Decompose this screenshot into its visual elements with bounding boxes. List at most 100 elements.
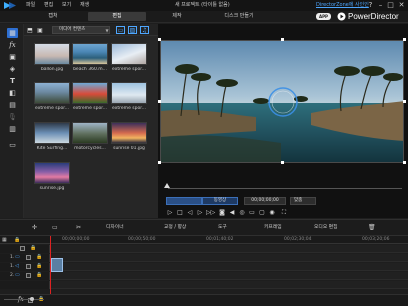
track-lock-icon[interactable]: 🔒 <box>30 245 36 251</box>
resize-handle-bl[interactable] <box>158 161 161 164</box>
split-scissors-icon[interactable]: ✂ <box>76 224 81 232</box>
library-menu-icon[interactable]: ▣ <box>36 26 44 34</box>
lock-all-icon[interactable]: 🔒 <box>14 237 24 243</box>
media-item[interactable]: ballon.jpg <box>34 43 70 72</box>
keyframe-button[interactable]: 키프레임 <box>264 224 282 232</box>
camera-icon[interactable]: ◎ <box>238 208 246 217</box>
resize-handle-ml[interactable] <box>158 100 161 103</box>
help-button[interactable]: ? <box>366 1 375 10</box>
track-enable-checkbox[interactable] <box>20 246 25 251</box>
next-frame-icon[interactable]: ▷ <box>196 208 204 217</box>
tab-edit[interactable]: 편집 <box>88 12 146 21</box>
import-media-icon[interactable]: ⬒ <box>26 26 34 34</box>
media-thumbnail[interactable] <box>34 122 70 144</box>
media-item[interactable]: beach 360.m... <box>72 43 108 72</box>
timeline-clip[interactable] <box>51 258 63 272</box>
track-settings-icon[interactable]: ▦ <box>2 237 12 243</box>
particle-icon[interactable]: ◈ <box>7 64 18 74</box>
media-content-dropdown[interactable]: 미디어 컨텐츠 <box>52 26 110 34</box>
preview-quality-icon[interactable]: ▭ <box>248 208 256 217</box>
play-icon[interactable]: ▷ <box>166 208 174 217</box>
chapter-room-icon[interactable]: ▥ <box>7 124 18 134</box>
menu-edit[interactable]: 편집 <box>44 1 53 10</box>
media-thumbnail[interactable] <box>34 162 70 184</box>
fast-forward-icon[interactable]: ▷▷ <box>206 208 215 217</box>
track-enable-checkbox[interactable] <box>26 273 31 278</box>
previous-frame-icon[interactable]: ◁ <box>186 208 194 217</box>
volume-icon[interactable]: ◀ <box>228 208 236 217</box>
clip-mode-toggle[interactable] <box>166 197 202 205</box>
resize-handle-tc[interactable] <box>281 38 284 41</box>
resize-handle-br[interactable] <box>403 161 406 164</box>
pip-objects-icon[interactable]: ▣ <box>7 52 18 62</box>
media-item[interactable]: extreme spor... <box>34 82 70 111</box>
track-lock-icon[interactable]: 🔒 <box>36 254 42 260</box>
timecode-display[interactable]: 00;00;00;00 <box>244 197 286 205</box>
undock-icon[interactable]: ▢ <box>258 208 266 217</box>
media-item[interactable]: extreme spor... <box>111 82 147 111</box>
fix-enhance-menu[interactable]: 교정 / 향상 <box>164 224 186 232</box>
designer-menu[interactable]: 디자이너 <box>106 224 124 232</box>
resize-handle-bc[interactable] <box>281 161 284 164</box>
track-lock-icon[interactable]: 🔒 <box>36 272 42 278</box>
resize-handle-tr[interactable] <box>403 38 406 41</box>
media-thumbnail[interactable] <box>34 43 70 65</box>
stop-icon[interactable]: □ <box>176 208 184 217</box>
trim-icon[interactable]: ▭ <box>52 224 58 232</box>
track-lock-icon[interactable]: 🔒 <box>36 263 42 269</box>
media-item[interactable]: motorcycles... <box>72 122 108 151</box>
360-view-icon[interactable]: ◉ <box>268 208 276 217</box>
media-thumbnail[interactable] <box>111 122 147 144</box>
media-item[interactable]: Kite Surfing... <box>34 122 70 151</box>
video-filter-icon[interactable]: ▭ <box>116 26 125 34</box>
track-enable-checkbox[interactable] <box>26 264 31 269</box>
media-item[interactable]: sunrise.jpg <box>34 162 70 191</box>
menu-file[interactable]: 파일 <box>26 1 35 10</box>
minimize-button[interactable]: – <box>376 1 385 10</box>
audio-edit-menu[interactable]: 오디오 편집 <box>314 224 338 232</box>
subtitle-room-icon[interactable]: ▭ <box>7 140 18 150</box>
media-thumbnail[interactable] <box>34 82 70 104</box>
tab-produce[interactable]: 제작 <box>150 12 204 21</box>
preview-scrubber-handle[interactable] <box>164 183 170 188</box>
timeline-playhead[interactable] <box>50 236 51 296</box>
directorzone-signin-link[interactable]: DirectorZone에 사인인 <box>316 1 369 10</box>
media-room-icon[interactable]: ▦ <box>7 28 18 38</box>
fullscreen-icon[interactable]: ⛶ <box>280 208 288 217</box>
media-thumbnail[interactable] <box>72 43 108 65</box>
media-thumbnail[interactable] <box>111 43 147 65</box>
tools-menu[interactable]: 도구 <box>218 224 227 232</box>
resize-handle-tl[interactable] <box>158 38 161 41</box>
preview-scrubber-track[interactable] <box>168 188 402 189</box>
resize-handle-mr[interactable] <box>403 100 406 103</box>
tab-capture[interactable]: 캡처 <box>26 12 80 21</box>
media-thumbnail[interactable] <box>72 82 108 104</box>
effects-room-icon[interactable]: fx <box>7 40 18 50</box>
media-thumbnail[interactable] <box>111 82 147 104</box>
insert-icon[interactable]: ✢ <box>32 224 37 232</box>
zoom-slider[interactable] <box>4 299 44 300</box>
media-item[interactable]: extreme spor... <box>72 82 108 111</box>
audio-mixing-icon[interactable]: ▤ <box>7 100 18 110</box>
delete-icon[interactable]: 🗑 <box>368 224 376 232</box>
voice-over-icon[interactable]: 🎙 <box>7 112 18 122</box>
track-enable-checkbox[interactable] <box>26 255 31 260</box>
menu-view[interactable]: 보기 <box>62 1 71 10</box>
snapshot-icon[interactable]: ◙ <box>218 208 226 217</box>
preview-viewer[interactable] <box>160 40 404 163</box>
video-mode-label[interactable]: 동영상 <box>202 197 238 205</box>
zoom-slider-handle[interactable] <box>30 297 34 301</box>
maximize-button[interactable]: □ <box>386 1 395 10</box>
menu-playback[interactable]: 재생 <box>80 1 89 10</box>
transition-room-icon[interactable]: ◧ <box>7 88 18 98</box>
close-button[interactable]: ✕ <box>397 1 406 10</box>
image-filter-icon[interactable]: ▨ <box>128 26 137 34</box>
fit-zoom-select[interactable]: 맞춤 <box>290 197 316 205</box>
audio-filter-icon[interactable]: ♫ <box>140 26 149 34</box>
app-badge[interactable]: APP <box>316 13 331 20</box>
media-thumbnail[interactable] <box>72 122 108 144</box>
tab-create-disc[interactable]: 디스크 만들기 <box>208 12 270 21</box>
media-item[interactable]: sunrise 01.jpg <box>111 122 147 151</box>
media-item[interactable]: extreme spor... <box>111 43 147 72</box>
title-room-icon[interactable]: T <box>7 76 18 86</box>
